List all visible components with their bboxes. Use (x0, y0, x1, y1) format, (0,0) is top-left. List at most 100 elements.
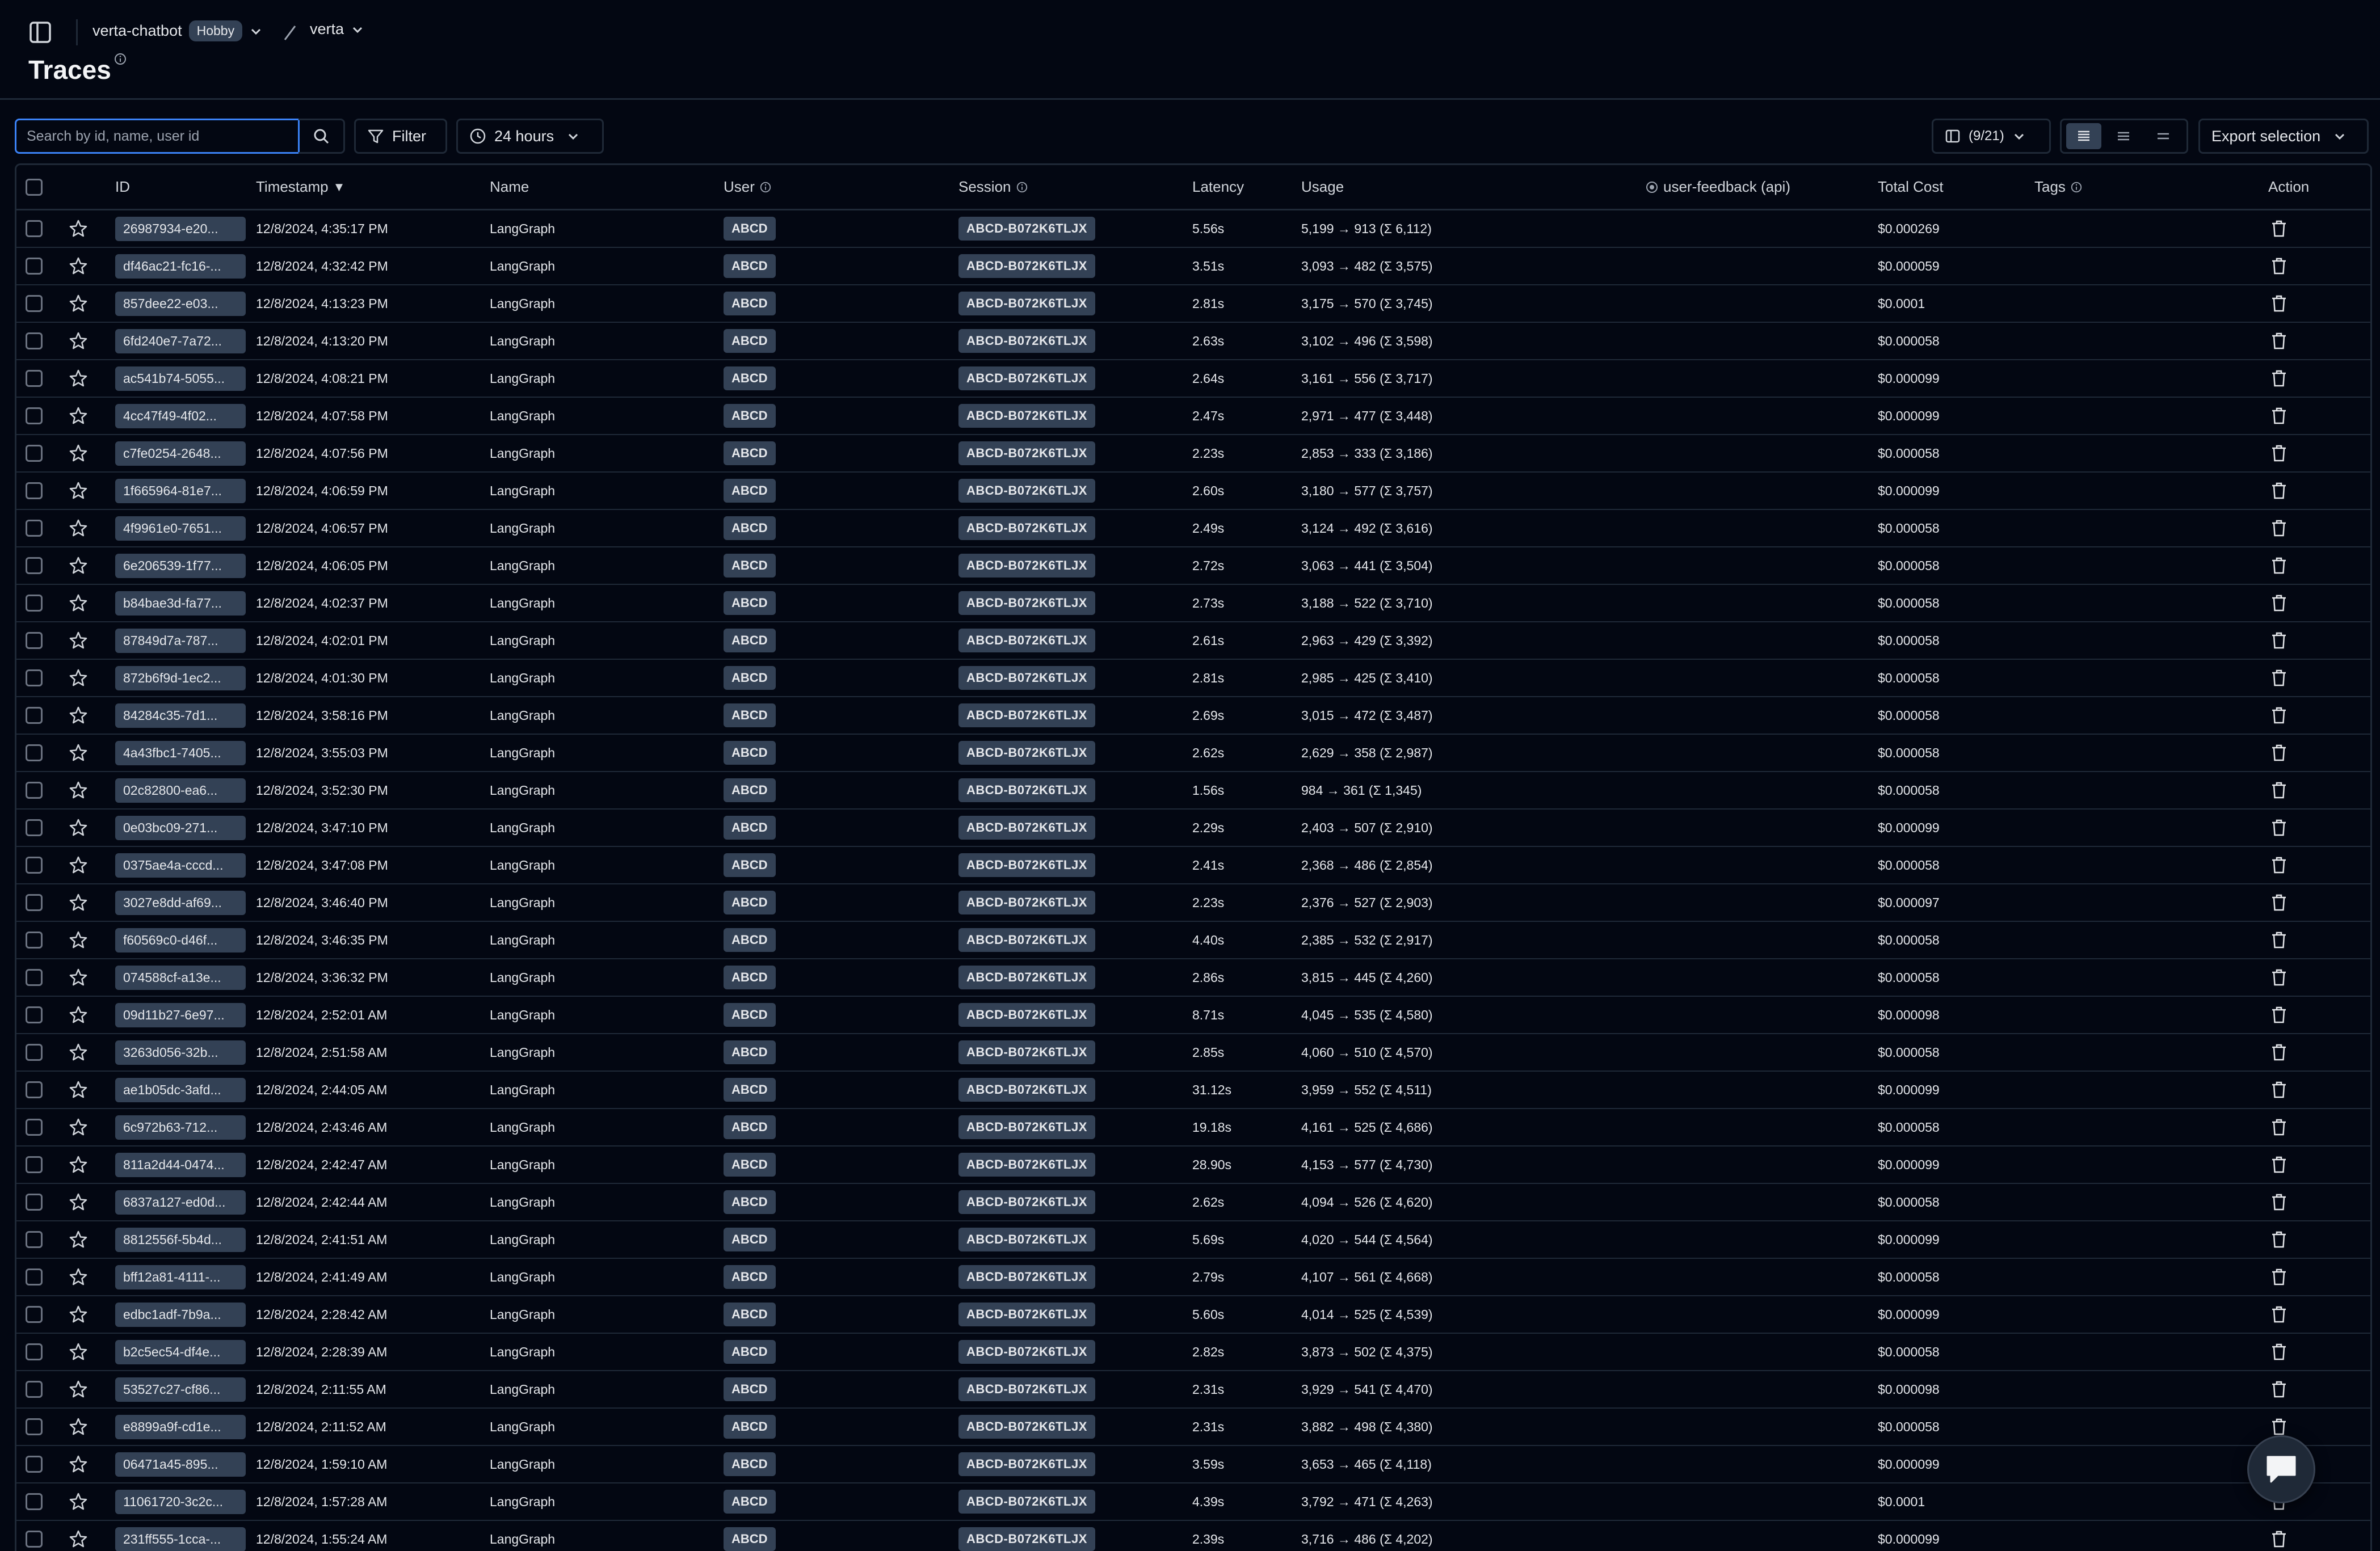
trace-id[interactable]: 6fd240e7-7a72... (115, 328, 246, 353)
star-icon[interactable] (69, 1305, 88, 1324)
table-row[interactable]: 3263d056-32b... 12/8/2024, 2:51:58 AM Lang… (16, 1034, 2370, 1072)
filter-button[interactable]: Filter (354, 119, 447, 154)
row-checkbox[interactable] (26, 1343, 43, 1360)
trace-user[interactable]: ABCD (724, 217, 776, 241)
trace-user[interactable]: ABCD (724, 254, 776, 278)
row-checkbox[interactable] (26, 1156, 43, 1173)
density-dense-button[interactable] (2146, 123, 2181, 149)
trace-session[interactable]: ABCD-B072K6TLJX (958, 629, 1095, 652)
table-row[interactable]: b2c5ec54-df4e... 12/8/2024, 2:28:39 AM Lan… (16, 1334, 2370, 1371)
trash-icon[interactable] (2270, 369, 2288, 387)
trash-icon[interactable] (2270, 444, 2288, 462)
trace-session[interactable]: ABCD-B072K6TLJX (958, 441, 1095, 465)
trace-user[interactable]: ABCD (724, 1340, 776, 1364)
column-header-name[interactable]: Name (490, 165, 529, 209)
star-icon[interactable] (69, 855, 88, 875)
trace-session[interactable]: ABCD-B072K6TLJX (958, 1265, 1095, 1289)
trash-icon[interactable] (2270, 819, 2288, 837)
trace-session[interactable]: ABCD-B072K6TLJX (958, 816, 1095, 840)
trash-icon[interactable] (2270, 557, 2288, 575)
trash-icon[interactable] (2270, 1305, 2288, 1324)
trace-id[interactable]: f60569c0-d46f... (115, 928, 246, 952)
star-icon[interactable] (69, 294, 88, 313)
trace-id[interactable]: 4f9961e0-7651... (115, 516, 246, 541)
trace-session[interactable]: ABCD-B072K6TLJX (958, 778, 1095, 802)
info-icon[interactable] (113, 52, 127, 66)
trace-session[interactable]: ABCD-B072K6TLJX (958, 366, 1095, 390)
trace-id[interactable]: 872b6f9d-1ec2... (115, 665, 246, 690)
table-row[interactable]: 6fd240e7-7a72... 12/8/2024, 4:13:20 PM Lan… (16, 323, 2370, 360)
star-icon[interactable] (69, 631, 88, 650)
column-header-tags[interactable]: Tags (2034, 165, 2083, 209)
trash-icon[interactable] (2270, 294, 2288, 313)
star-icon[interactable] (69, 930, 88, 950)
trace-user[interactable]: ABCD (724, 966, 776, 989)
trace-id[interactable]: 53527c27-cf86... (115, 1377, 246, 1402)
table-row[interactable]: e8899a9f-cd1e... 12/8/2024, 2:11:52 AM Lan… (16, 1409, 2370, 1446)
table-row[interactable]: 02c82800-ea6... 12/8/2024, 3:52:30 PM Lang… (16, 772, 2370, 810)
trace-user[interactable]: ABCD (724, 1377, 776, 1401)
column-header-user-feedback[interactable]: user-feedback (api) (1645, 165, 1790, 209)
info-icon[interactable] (1016, 181, 1028, 193)
trace-id[interactable]: 26987934-e20... (115, 216, 246, 241)
row-checkbox[interactable] (26, 969, 43, 986)
trash-icon[interactable] (2270, 1530, 2288, 1548)
table-row[interactable]: 1f665964-81e7... 12/8/2024, 4:06:59 PM Lan… (16, 473, 2370, 510)
trace-session[interactable]: ABCD-B072K6TLJX (958, 404, 1095, 428)
trace-id[interactable]: 857dee22-e03... (115, 291, 246, 316)
trace-session[interactable]: ABCD-B072K6TLJX (958, 703, 1095, 727)
column-header-latency[interactable]: Latency (1192, 165, 1244, 209)
star-icon[interactable] (69, 1192, 88, 1212)
trace-user[interactable]: ABCD (724, 1003, 776, 1027)
trace-user[interactable]: ABCD (724, 853, 776, 877)
table-row[interactable]: b84bae3d-fa77... 12/8/2024, 4:02:37 PM Lan… (16, 585, 2370, 622)
trace-session[interactable]: ABCD-B072K6TLJX (958, 1377, 1095, 1401)
trace-id[interactable]: 0e03bc09-271... (115, 815, 246, 840)
trace-id[interactable]: 0375ae4a-cccd... (115, 853, 246, 878)
column-visibility-button[interactable]: (9/21) (1932, 119, 2051, 154)
row-checkbox[interactable] (26, 1493, 43, 1510)
trace-session[interactable]: ABCD-B072K6TLJX (958, 966, 1095, 989)
star-icon[interactable] (69, 968, 88, 987)
star-icon[interactable] (69, 1230, 88, 1249)
table-row[interactable]: 0e03bc09-271... 12/8/2024, 3:47:10 PM Lang… (16, 810, 2370, 847)
trace-id[interactable]: df46ac21-fc16-... (115, 254, 246, 279)
row-checkbox[interactable] (26, 1268, 43, 1286)
search-button[interactable] (298, 119, 345, 154)
row-checkbox[interactable] (26, 1081, 43, 1098)
trash-icon[interactable] (2270, 669, 2288, 687)
table-row[interactable]: 06471a45-895... 12/8/2024, 1:59:10 AM Lang… (16, 1446, 2370, 1483)
project-selector[interactable]: verta-chatbot Hobby (92, 20, 263, 41)
star-icon[interactable] (69, 781, 88, 800)
star-icon[interactable] (69, 406, 88, 425)
star-icon[interactable] (69, 1455, 88, 1474)
row-checkbox[interactable] (26, 1381, 43, 1398)
trace-session[interactable]: ABCD-B072K6TLJX (958, 928, 1095, 952)
trash-icon[interactable] (2270, 781, 2288, 799)
trace-user[interactable]: ABCD (724, 1115, 776, 1139)
table-row[interactable]: 074588cf-a13e... 12/8/2024, 3:36:32 PM Lan… (16, 959, 2370, 997)
table-row[interactable]: 09d11b27-6e97... 12/8/2024, 2:52:01 AM Lan… (16, 997, 2370, 1034)
density-default-button[interactable] (2066, 123, 2101, 149)
table-row[interactable]: 811a2d44-0474... 12/8/2024, 2:42:47 AM Lan… (16, 1147, 2370, 1184)
trace-session[interactable]: ABCD-B072K6TLJX (958, 217, 1095, 241)
table-row[interactable]: bff12a81-4111-... 12/8/2024, 2:41:49 AM La… (16, 1259, 2370, 1296)
trace-user[interactable]: ABCD (724, 329, 776, 353)
trash-icon[interactable] (2270, 407, 2288, 425)
table-row[interactable]: f60569c0-d46f... 12/8/2024, 3:46:35 PM Lan… (16, 922, 2370, 959)
trace-id[interactable]: 6c972b63-712... (115, 1115, 246, 1140)
star-icon[interactable] (69, 593, 88, 613)
trash-icon[interactable] (2270, 1118, 2288, 1136)
star-icon[interactable] (69, 1417, 88, 1436)
row-checkbox[interactable] (26, 1531, 43, 1548)
trace-user[interactable]: ABCD (724, 741, 776, 765)
trash-icon[interactable] (2270, 257, 2288, 275)
trace-user[interactable]: ABCD (724, 441, 776, 465)
trace-id[interactable]: ac541b74-5055... (115, 366, 246, 391)
row-checkbox[interactable] (26, 707, 43, 724)
sidebar-toggle-icon[interactable] (26, 19, 54, 45)
row-checkbox[interactable] (26, 295, 43, 312)
trace-session[interactable]: ABCD-B072K6TLJX (958, 1115, 1095, 1139)
row-checkbox[interactable] (26, 932, 43, 949)
environment-selector[interactable]: verta (310, 20, 364, 38)
